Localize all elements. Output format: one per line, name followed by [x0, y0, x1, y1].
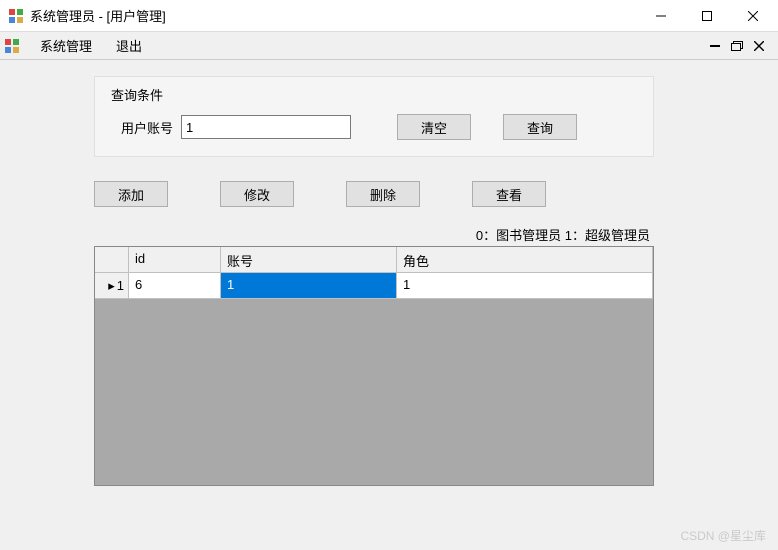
- cell-id[interactable]: 6: [129, 273, 221, 299]
- window-controls: [638, 1, 776, 31]
- menu-system-manage[interactable]: 系统管理: [28, 32, 104, 59]
- title-bar: 系统管理员 - [用户管理]: [0, 0, 778, 32]
- menu-bar: 系统管理 退出: [0, 32, 778, 60]
- add-button[interactable]: 添加: [94, 181, 168, 207]
- cell-role[interactable]: 1: [397, 273, 653, 299]
- grid-header: id 账号 角色: [95, 247, 653, 273]
- cell-account[interactable]: 1: [221, 273, 397, 299]
- app-icon: [8, 8, 24, 24]
- client-area: 查询条件 用户账号 清空 查询 添加 修改 删除 查看 0：图书管理员 1：超级…: [0, 60, 778, 550]
- edit-button[interactable]: 修改: [220, 181, 294, 207]
- search-group: 查询条件 用户账号 清空 查询: [94, 76, 654, 157]
- clear-button[interactable]: 清空: [397, 114, 471, 140]
- mdi-controls: [706, 37, 774, 55]
- row-number: 1: [117, 278, 124, 293]
- action-row: 添加 修改 删除 查看: [94, 181, 766, 207]
- minimize-button[interactable]: [638, 1, 684, 31]
- mdi-restore-icon[interactable]: [728, 37, 746, 55]
- menu-icon: [4, 38, 20, 54]
- role-legend: 0：图书管理员 1：超级管理员: [94, 225, 654, 244]
- delete-button[interactable]: 删除: [346, 181, 420, 207]
- mdi-minimize-icon[interactable]: [706, 37, 724, 55]
- search-label: 用户账号: [121, 118, 173, 137]
- mdi-close-icon[interactable]: [750, 37, 768, 55]
- column-id[interactable]: id: [129, 247, 221, 273]
- row-header[interactable]: ▸ 1: [95, 273, 129, 299]
- window-title: 系统管理员 - [用户管理]: [30, 6, 638, 25]
- watermark: CSDN @星尘库: [680, 527, 766, 544]
- grid-corner: [95, 247, 129, 273]
- maximize-button[interactable]: [684, 1, 730, 31]
- close-button[interactable]: [730, 1, 776, 31]
- table-row[interactable]: ▸ 1 6 1 1: [95, 273, 653, 299]
- search-legend: 查询条件: [111, 85, 637, 104]
- view-button[interactable]: 查看: [472, 181, 546, 207]
- column-account[interactable]: 账号: [221, 247, 397, 273]
- row-indicator-icon: ▸: [108, 278, 115, 294]
- query-button[interactable]: 查询: [503, 114, 577, 140]
- data-grid[interactable]: id 账号 角色 ▸ 1 6 1 1: [94, 246, 654, 486]
- menu-exit[interactable]: 退出: [104, 32, 154, 59]
- account-input[interactable]: [181, 115, 351, 139]
- search-row: 用户账号 清空 查询: [111, 114, 637, 140]
- column-role[interactable]: 角色: [397, 247, 653, 273]
